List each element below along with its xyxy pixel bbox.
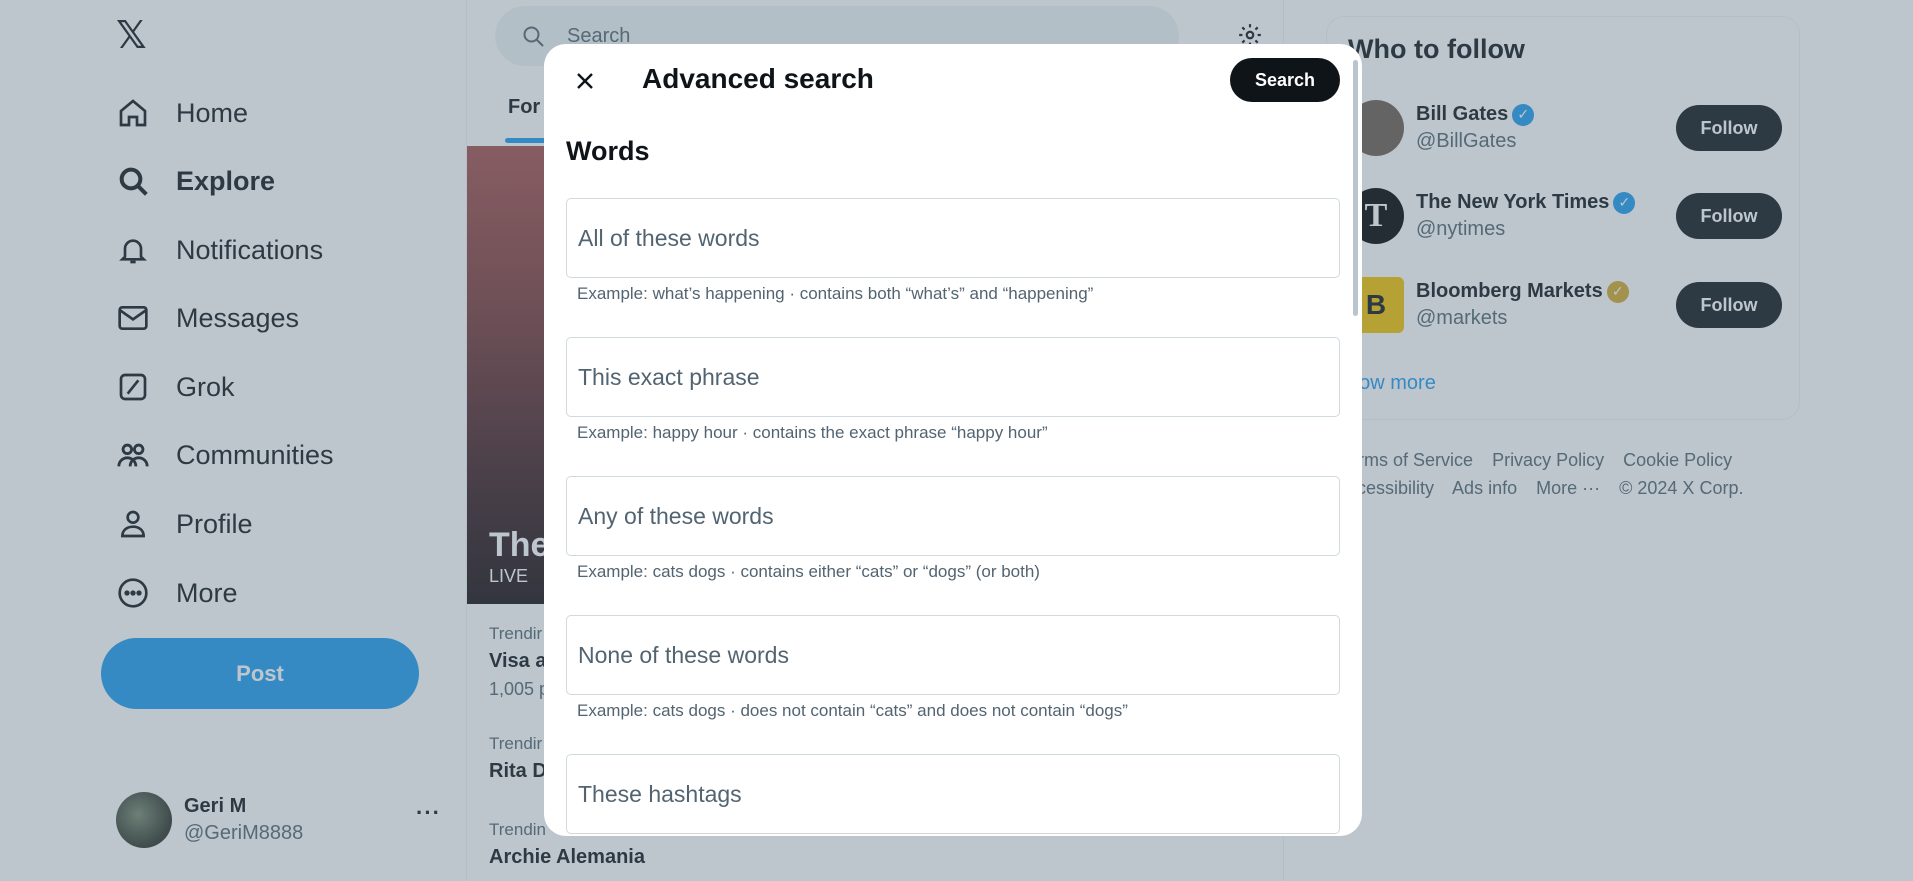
exact-phrase-field[interactable] (566, 337, 1340, 417)
none-words-input[interactable] (578, 641, 1339, 669)
advanced-search-dialog: Advanced search Search Words Example: wh… (544, 44, 1362, 836)
hashtags-field[interactable] (566, 754, 1340, 834)
exact-phrase-hint: Example: happy hour · contains the exact… (577, 423, 1048, 442)
all-words-hint: Example: what’s happening · contains bot… (577, 284, 1094, 303)
scrollbar[interactable] (1353, 60, 1358, 316)
any-words-input[interactable] (578, 502, 1339, 530)
all-words-input[interactable] (578, 224, 1339, 252)
hashtags-input[interactable] (578, 780, 1339, 808)
all-words-field[interactable] (566, 198, 1340, 278)
dialog-title: Advanced search (642, 63, 874, 94)
any-words-field[interactable] (566, 476, 1340, 556)
none-words-field[interactable] (566, 615, 1340, 695)
search-button[interactable]: Search (1230, 58, 1340, 102)
section-title-words: Words (566, 136, 650, 166)
any-words-hint: Example: cats dogs · contains either “ca… (577, 562, 1040, 581)
exact-phrase-input[interactable] (578, 363, 1339, 391)
close-icon[interactable] (564, 60, 606, 102)
none-words-hint: Example: cats dogs · does not contain “c… (577, 701, 1128, 720)
